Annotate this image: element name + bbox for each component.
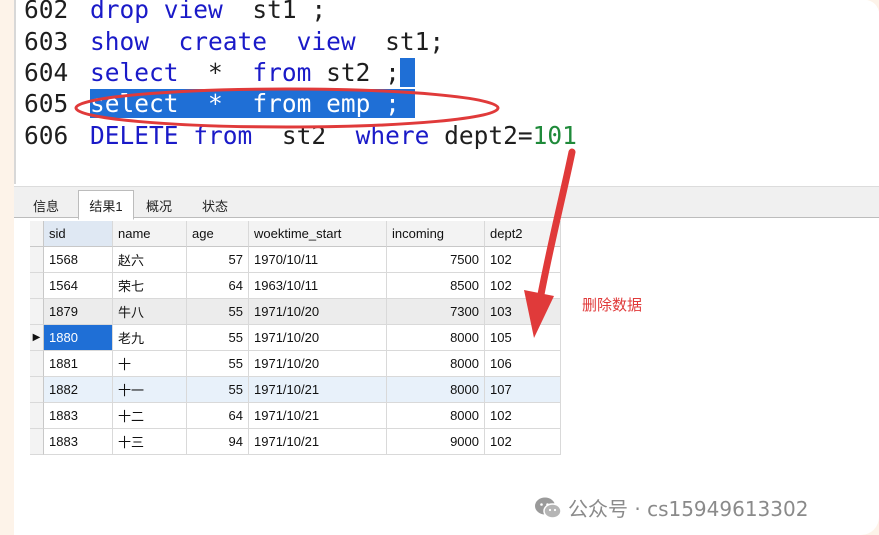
watermark: 公众号 · cs15949613302 [534,493,808,522]
arrow-head-icon [524,290,554,338]
watermark-text: 公众号 · cs15949613302 [568,497,809,521]
arrow-shaft [535,148,576,309]
delete-data-annotation: 删除数据 [582,296,643,314]
annotation-overlay [74,87,576,338]
wechat-icon [535,497,562,519]
window: 602 drop view st1 ; 603 show create view s… [14,0,879,535]
highlight-ellipse [74,87,500,129]
